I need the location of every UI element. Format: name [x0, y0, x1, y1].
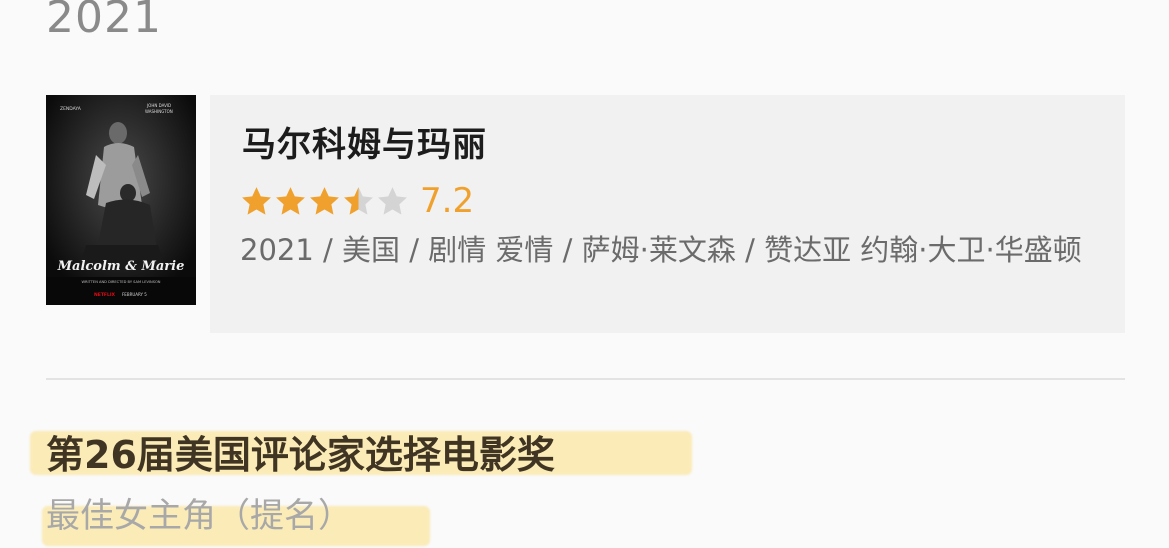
divider [46, 378, 1125, 380]
star-icon [310, 186, 339, 215]
movie-rating: 7.2 [240, 181, 474, 221]
poster-actor-right-1: JOHN DAVID [146, 103, 171, 108]
rating-stars [240, 185, 410, 218]
rating-value: 7.2 [420, 181, 475, 221]
star-icon [344, 186, 373, 215]
poster-release: FEBRUARY 5 [122, 292, 147, 297]
movie-card[interactable]: ZENDAYA JOHN DAVID WASHINGTON Malcolm & … [46, 95, 1125, 333]
poster-actor-right-2: WASHINGTON [145, 109, 173, 114]
poster-title: Malcolm & Marie [57, 259, 185, 274]
poster-studio: NETFLIX [94, 292, 116, 298]
movie-meta: 2021 / 美国 / 剧情 爱情 / 萨姆·莱文森 / 赞达亚 约翰·大卫·华… [240, 233, 1082, 267]
year-header: 2021 [46, 0, 162, 43]
poster-credit: WRITTEN AND DIRECTED BY SAM LEVINSON [81, 280, 160, 284]
page: 2021 ZENDAYA JOHN DAVID WASHINGTON Malco… [0, 0, 1169, 548]
movie-poster[interactable]: ZENDAYA JOHN DAVID WASHINGTON Malcolm & … [46, 95, 196, 305]
star-icon [378, 186, 407, 215]
star-icon [276, 186, 305, 215]
poster-image: ZENDAYA JOHN DAVID WASHINGTON Malcolm & … [46, 95, 196, 305]
poster-actor-left: ZENDAYA [60, 106, 82, 112]
star-icon [242, 186, 271, 215]
movie-info[interactable]: 马尔科姆与玛丽 7.2 2021 / 美国 / 剧情 爱情 / 萨姆·莱文森 /… [210, 95, 1125, 333]
award-name[interactable]: 第26届美国评论家选择电影奖 [46, 424, 555, 479]
award-category: 最佳女主角（提名） [46, 496, 352, 536]
movie-title[interactable]: 马尔科姆与玛丽 [242, 117, 487, 166]
